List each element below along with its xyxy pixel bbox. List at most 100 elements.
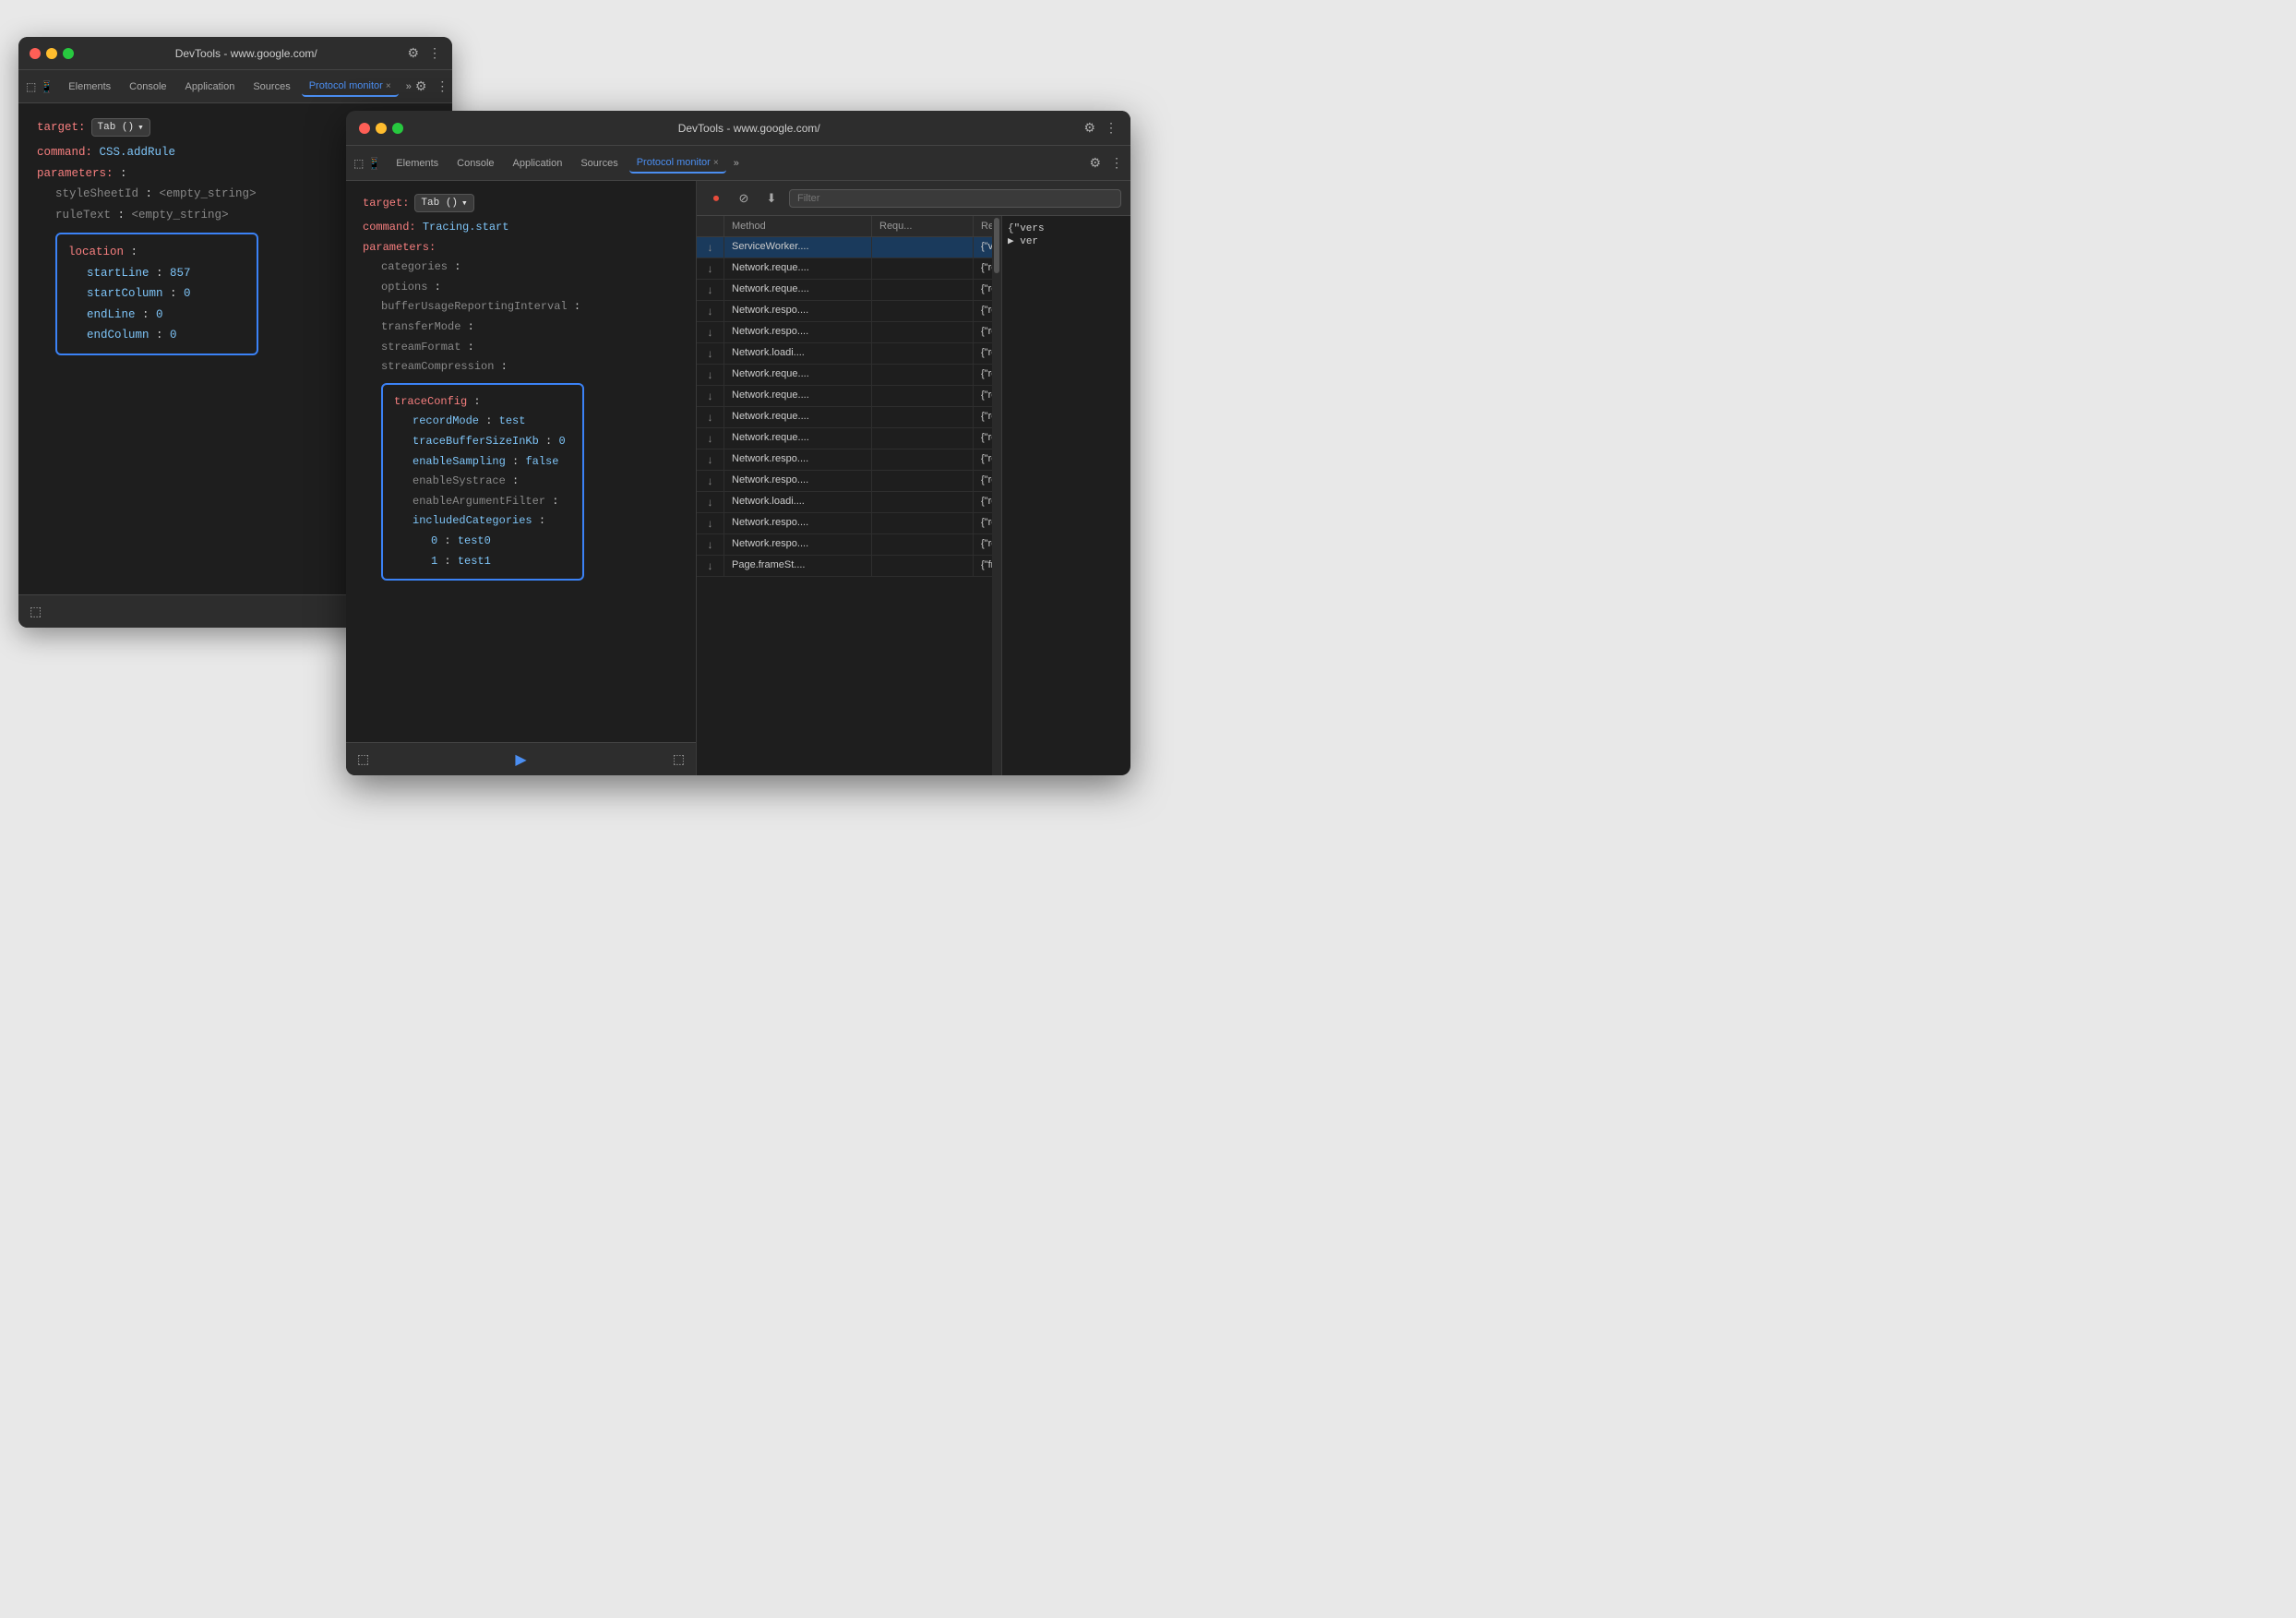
more-icon[interactable]: ⋮ — [428, 45, 441, 61]
front-parameters-label: parameters: — [363, 238, 679, 258]
back-loc-startline: startLine : 857 — [87, 263, 245, 284]
table-row[interactable]: ↓ Network.loadi.... {"reques... — [697, 343, 992, 365]
back-titlebar: DevTools - www.google.com/ ⚙ ⋮ — [18, 37, 452, 70]
front-param-categories: categories : — [381, 258, 679, 278]
front-target-select[interactable]: Tab () ▾ — [414, 194, 473, 212]
back-window-title: DevTools - www.google.com/ — [85, 47, 407, 60]
send-button[interactable]: ▶ — [515, 750, 526, 769]
minimize-button-back[interactable] — [46, 48, 57, 59]
back-loc-endcol: endColumn : 0 — [87, 325, 245, 346]
row-arrow: ↓ — [697, 386, 724, 406]
gear-icon-front[interactable]: ⚙ — [1089, 155, 1101, 171]
table-row[interactable]: ↓ Network.respo.... {"reques... — [697, 449, 992, 471]
dots-icon-back[interactable]: ⋮ — [436, 78, 448, 94]
row-method: Page.frameSt.... — [724, 556, 872, 576]
dots-icon-front[interactable]: ⋮ — [1110, 155, 1123, 171]
row-request — [872, 534, 974, 555]
row-request — [872, 407, 974, 427]
back-target-select[interactable]: Tab () ▾ — [91, 118, 150, 137]
table-row[interactable]: ↓ Network.reque.... {"reques... — [697, 365, 992, 386]
th-arrow — [697, 216, 724, 236]
table-row[interactable]: ↓ Network.respo.... {"reques... — [697, 534, 992, 556]
row-arrow: ↓ — [697, 258, 724, 279]
gear-icon-back[interactable]: ⚙ — [415, 78, 427, 94]
table-row[interactable]: ↓ Network.reque.... {"reques... — [697, 386, 992, 407]
table-row[interactable]: ↓ Network.loadi.... {"reques... — [697, 492, 992, 513]
scrollbar[interactable] — [992, 216, 1001, 775]
front-traceconfig-children: recordMode : test traceBufferSizeInKb : … — [413, 412, 571, 571]
more-tabs-front[interactable]: » — [734, 158, 739, 169]
table-row[interactable]: ↓ Network.respo.... {"reques... — [697, 301, 992, 322]
row-response: {"reques... — [974, 492, 992, 512]
row-response: {"reques... — [974, 513, 992, 533]
tab-sources-back[interactable]: Sources — [245, 78, 297, 96]
back-tabs-bar: ⬚ 📱 Elements Console Application Sources… — [18, 70, 452, 103]
table-row[interactable]: ↓ Network.respo.... {"reques... — [697, 322, 992, 343]
row-method: Network.loadi.... — [724, 492, 872, 512]
table-row[interactable]: ↓ Page.frameSt.... {"frameI... — [697, 556, 992, 577]
row-method: Network.loadi.... — [724, 343, 872, 364]
table-row[interactable]: ↓ Network.reque.... {"reques... — [697, 428, 992, 449]
tab-application-back[interactable]: Application — [178, 78, 243, 96]
record-button[interactable]: ⏺ — [706, 188, 726, 209]
th-request[interactable]: Requ... — [872, 216, 974, 236]
tab-protocol-monitor-back[interactable]: Protocol monitor × — [302, 77, 399, 97]
row-arrow: ↓ — [697, 322, 724, 342]
th-method[interactable]: Method — [724, 216, 872, 236]
row-response: {"reques... — [974, 449, 992, 470]
inspect-icon: ⬚ — [26, 80, 36, 93]
minimize-button-front[interactable] — [376, 123, 387, 134]
table-row[interactable]: ↓ Network.respo.... {"reques... — [697, 513, 992, 534]
close-button-back[interactable] — [30, 48, 41, 59]
front-target-label: target: — [363, 197, 409, 210]
row-request — [872, 237, 974, 258]
tab-application-front[interactable]: Application — [506, 154, 570, 173]
th-response[interactable]: Response — [974, 216, 992, 236]
tab-close-back[interactable]: × — [386, 81, 391, 91]
tab-console-front[interactable]: Console — [449, 154, 501, 173]
download-button[interactable]: ⬇ — [761, 188, 782, 209]
settings-icon-front[interactable]: ⚙ — [1083, 120, 1095, 136]
row-response: {"reques... — [974, 365, 992, 385]
table-row[interactable]: ↓ Network.respo.... {"reques... — [697, 471, 992, 492]
front-params-list: categories : options : bufferUsageReport… — [381, 258, 679, 378]
row-method: Network.reque.... — [724, 428, 872, 449]
table-row[interactable]: ↓ Network.reque.... {"reques... — [697, 407, 992, 428]
front-traceconfig-box: traceConfig : recordMode : test traceBuf… — [381, 383, 584, 581]
row-arrow: ↓ — [697, 301, 724, 321]
tab-elements-back[interactable]: Elements — [61, 78, 118, 96]
table-row[interactable]: ↓ ServiceWorker.... {"versio... — [697, 237, 992, 258]
front-param-options: options : — [381, 278, 679, 298]
front-param-streamcompression: streamCompression : — [381, 357, 679, 378]
tab-protocol-monitor-front[interactable]: Protocol monitor × — [629, 153, 726, 174]
more-icon-front[interactable]: ⋮ — [1105, 120, 1118, 136]
console-dock-icon[interactable]: ⬚ — [357, 751, 369, 767]
row-request — [872, 428, 974, 449]
maximize-button-front[interactable] — [392, 123, 403, 134]
tab-elements-front[interactable]: Elements — [389, 154, 446, 173]
more-tabs-back[interactable]: » — [406, 81, 412, 92]
side-right-panel: {"vers▶ ver — [992, 216, 1130, 775]
settings-icon[interactable]: ⚙ — [407, 45, 419, 61]
response-side-panel: {"vers▶ ver — [1001, 216, 1130, 775]
tab-close-front[interactable]: × — [713, 158, 719, 168]
console-icon-back[interactable]: ⬚ — [30, 604, 42, 619]
filter-input[interactable] — [789, 189, 1121, 208]
tab-sources-front[interactable]: Sources — [573, 154, 625, 173]
scrollbar-thumb[interactable] — [994, 218, 999, 273]
table-row[interactable]: ↓ Network.reque.... {"reques... — [697, 258, 992, 280]
row-response: {"reques... — [974, 280, 992, 300]
clear-button[interactable]: ⊘ — [734, 188, 754, 209]
close-button-front[interactable] — [359, 123, 370, 134]
front-traceconfig-label: traceConfig : — [394, 392, 571, 413]
tab-console-back[interactable]: Console — [122, 78, 173, 96]
table-row[interactable]: ↓ Network.reque.... {"reques... — [697, 280, 992, 301]
expand-icon[interactable]: ⬚ — [673, 751, 685, 767]
back-loc-startcol: startColumn : 0 — [87, 283, 245, 305]
maximize-button-back[interactable] — [63, 48, 74, 59]
response-preview: {"vers▶ ver — [1008, 223, 1045, 247]
front-command-line: command: Tracing.start — [363, 218, 679, 238]
row-arrow: ↓ — [697, 556, 724, 576]
row-response: {"reques... — [974, 407, 992, 427]
row-arrow: ↓ — [697, 343, 724, 364]
